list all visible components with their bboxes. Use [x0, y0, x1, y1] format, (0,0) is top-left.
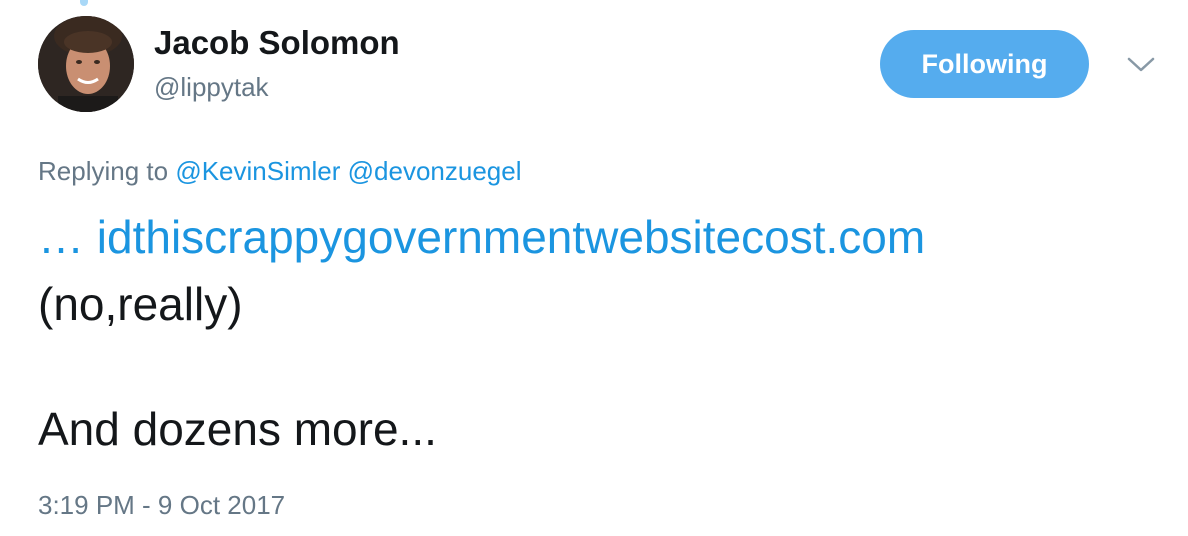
tweet-timestamp[interactable]: 3:19 PM - 9 Oct 2017 [38, 490, 285, 521]
author-handle[interactable]: @lippytak [154, 72, 269, 103]
reply-context: Replying to @KevinSimler @devonzuegel [38, 156, 522, 187]
reply-context-prefix: Replying to [38, 156, 169, 186]
avatar[interactable] [38, 16, 134, 112]
ellipsis-prefix: … [38, 211, 84, 263]
tweet-url-link[interactable]: idthiscrappygovernmentwebsitecost.com [97, 211, 925, 263]
following-button[interactable]: Following [880, 30, 1089, 98]
mention-link[interactable]: @devonzuegel [348, 156, 522, 186]
tweet-text-line-2: (no,really) [38, 278, 243, 330]
tweet-text-line-1: … idthiscrappygovernmentwebsitecost.com [38, 211, 925, 264]
mention-link[interactable]: @KevinSimler [175, 156, 340, 186]
tweet-text-line-3: And dozens more... [38, 403, 437, 455]
avatar-photo-icon [38, 16, 134, 112]
author-name[interactable]: Jacob Solomon [154, 24, 400, 62]
chevron-down-icon[interactable] [1124, 52, 1158, 76]
thread-connector [80, 0, 88, 6]
